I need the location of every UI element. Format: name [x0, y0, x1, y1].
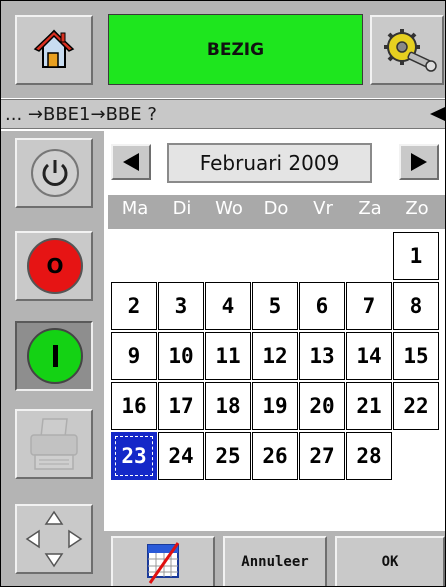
day-cell[interactable]: 25	[205, 432, 251, 480]
cancel-button[interactable]: Annuleer	[223, 536, 327, 586]
day-cell[interactable]: 12	[252, 332, 298, 380]
weekday-label: Di	[172, 198, 192, 219]
day-cell[interactable]: 14	[346, 332, 392, 380]
weekday-label: Do	[263, 198, 289, 219]
weekday-label: Vr	[313, 198, 333, 219]
stop-icon: O	[27, 238, 83, 294]
day-cell[interactable]: 8	[393, 282, 439, 330]
day-cell[interactable]: 2	[111, 282, 157, 330]
day-cell[interactable]: 10	[158, 332, 204, 380]
start-button[interactable]	[15, 321, 93, 391]
day-cell[interactable]: 17	[158, 382, 204, 430]
breadcrumb: ... →BBE1→BBE ?	[5, 104, 157, 125]
ok-button[interactable]: OK	[335, 536, 445, 586]
weekday-label: Wo	[215, 198, 243, 219]
day-cell[interactable]: 9	[111, 332, 157, 380]
ok-label: OK	[381, 554, 399, 570]
power-button[interactable]	[15, 138, 93, 208]
settings-button[interactable]	[370, 15, 444, 85]
day-cell[interactable]: 18	[205, 382, 251, 430]
previous-month-button[interactable]	[111, 144, 151, 180]
status-indicator[interactable]: BEZIG	[108, 14, 363, 85]
left-triangle-icon	[123, 153, 139, 171]
day-cell[interactable]: 26	[252, 432, 298, 480]
day-cell[interactable]: 11	[205, 332, 251, 380]
weekday-label: Zo	[405, 198, 429, 219]
day-cell[interactable]: 4	[205, 282, 251, 330]
printer-icon	[30, 418, 78, 470]
next-month-button[interactable]	[399, 144, 439, 180]
day-cell[interactable]: 21	[346, 382, 392, 430]
gear-wrench-icon	[384, 29, 437, 72]
home-button[interactable]	[15, 15, 93, 85]
status-label: BEZIG	[206, 39, 265, 60]
clear-date-button[interactable]	[111, 536, 215, 586]
day-cell[interactable]: 24	[158, 432, 204, 480]
day-cell[interactable]: 28	[346, 432, 392, 480]
navigation-button[interactable]	[15, 504, 93, 574]
weekday-label: Za	[358, 198, 382, 219]
day-cell[interactable]: 13	[299, 332, 345, 380]
day-cell[interactable]: 22	[393, 382, 439, 430]
day-cell[interactable]: 1	[393, 232, 439, 280]
day-cell[interactable]: 7	[346, 282, 392, 330]
stop-button[interactable]: O	[15, 231, 93, 301]
back-arrow-icon[interactable]	[427, 104, 446, 124]
day-cell[interactable]: 19	[252, 382, 298, 430]
dpad-arrows-icon	[25, 510, 83, 568]
weekday-label: Ma	[121, 198, 149, 219]
day-cell[interactable]: 15	[393, 332, 439, 380]
day-cell[interactable]: 3	[158, 282, 204, 330]
home-icon	[33, 29, 75, 68]
calendar-clear-icon	[147, 542, 180, 584]
right-triangle-icon	[411, 153, 427, 171]
month-year-label: Februari 2009	[167, 143, 372, 183]
day-cell[interactable]: 27	[299, 432, 345, 480]
print-button[interactable]	[15, 409, 93, 479]
start-icon	[27, 328, 83, 384]
selected-day-cell[interactable]: 23	[111, 432, 157, 480]
screen: BEZIG ... →BBE1→BBE ? O Februari 2009 Ma…	[0, 0, 446, 587]
day-cell[interactable]: 6	[299, 282, 345, 330]
power-icon	[31, 149, 79, 197]
day-cell[interactable]: 5	[252, 282, 298, 330]
day-cell[interactable]: 20	[299, 382, 345, 430]
day-cell[interactable]: 16	[111, 382, 157, 430]
cancel-label: Annuleer	[241, 554, 309, 570]
